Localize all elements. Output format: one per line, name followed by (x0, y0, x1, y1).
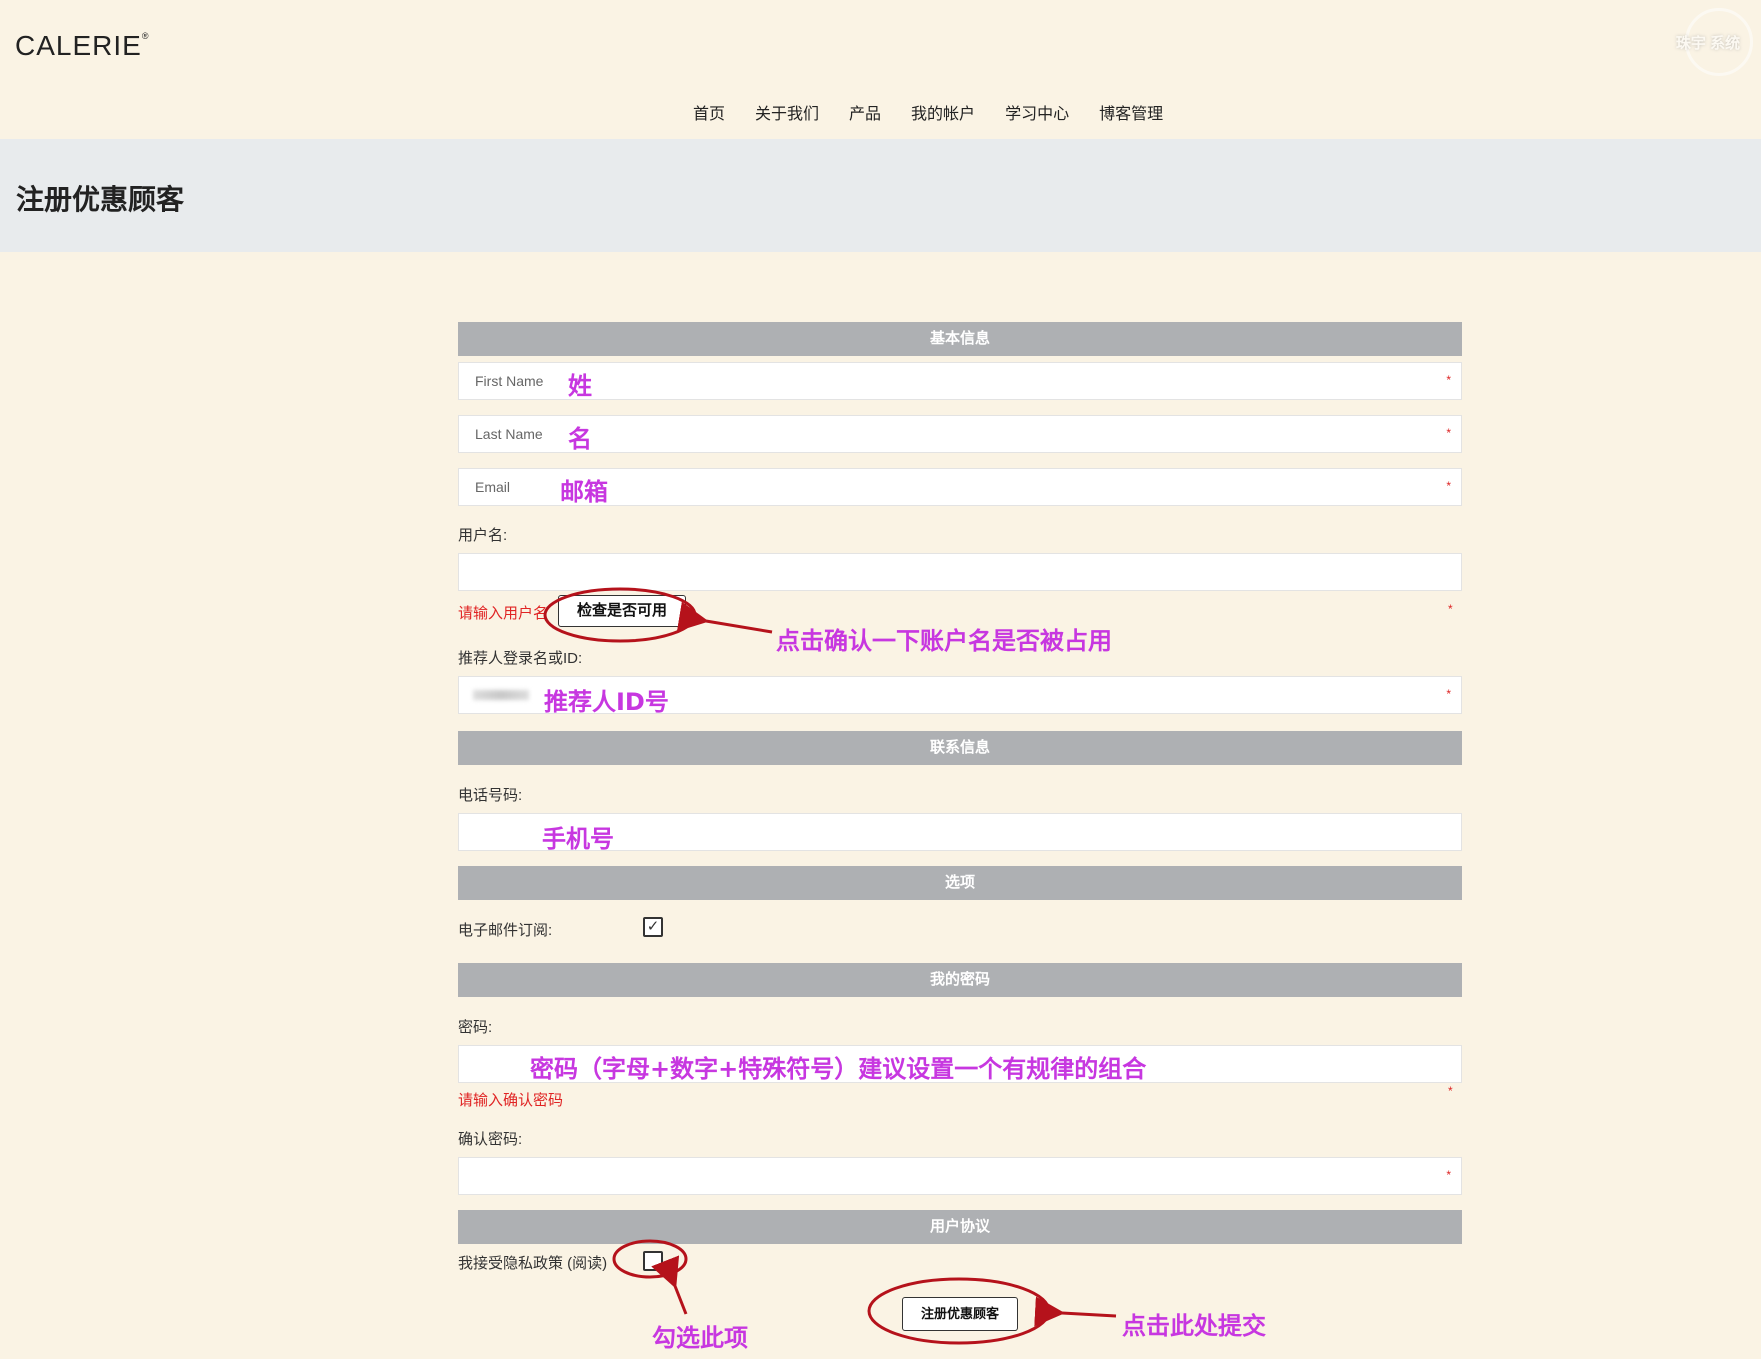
section-options: 选项 (458, 866, 1462, 900)
title-banner (0, 139, 1761, 252)
required-marker: * (1446, 1168, 1451, 1182)
check-icon: ✓ (646, 918, 660, 935)
watermark-text: 珠宇 系统 (1675, 35, 1741, 52)
section-basic-info: 基本信息 (458, 322, 1462, 356)
privacy-checkbox[interactable] (643, 1251, 663, 1271)
username-label: 用户名: (458, 527, 508, 544)
first-name-placeholder: First Name (475, 373, 544, 389)
password-error: 请输入确认密码 (458, 1092, 564, 1109)
annotation-email: 邮箱 (560, 478, 608, 506)
confirm-password-label: 确认密码: (458, 1131, 523, 1148)
required-marker: * (1448, 602, 1453, 616)
annotation-first-name: 姓 (568, 372, 592, 400)
annotation-check-username: 点击确认一下账户名是否被占用 (776, 627, 1112, 655)
nav-item-learning[interactable]: 学习中心 (1005, 100, 1069, 124)
required-marker: * (1446, 373, 1451, 387)
nav-item-home[interactable]: 首页 (693, 100, 725, 124)
required-marker: * (1448, 1084, 1453, 1098)
annotation-privacy: 勾选此项 (652, 1324, 748, 1352)
arrow-privacy-checkbox (651, 1255, 688, 1315)
check-availability-button[interactable]: 检查是否可用 (558, 595, 686, 627)
referrer-label: 推荐人登录名或ID: (458, 650, 583, 667)
email-placeholder: Email (475, 479, 511, 495)
arrow-check-button (676, 601, 773, 634)
nav-item-blog[interactable]: 博客管理 (1099, 100, 1163, 124)
newsletter-label: 电子邮件订阅: (458, 922, 553, 939)
last-name-input[interactable]: Last Name * (458, 415, 1462, 453)
page-title: 注册优惠顾客 (16, 184, 185, 215)
nav-item-account[interactable]: 我的帐户 (911, 100, 975, 124)
privacy-policy-label[interactable]: 我接受隐私政策 (阅读) (458, 1252, 607, 1273)
brand-logo-text: CALERIE (15, 30, 142, 61)
register-submit-button[interactable]: 注册优惠顾客 (902, 1297, 1018, 1331)
required-marker: * (1446, 479, 1451, 493)
brand-logo[interactable]: CALERIE® (15, 30, 149, 62)
annotation-referrer: 推荐人ID号 (544, 688, 669, 716)
first-name-input[interactable]: First Name * (458, 362, 1462, 400)
nav-item-products[interactable]: 产品 (849, 100, 881, 124)
confirm-password-input[interactable]: * (458, 1157, 1462, 1195)
referrer-blurred-value (473, 690, 529, 700)
nav-item-about[interactable]: 关于我们 (755, 100, 819, 124)
main-nav: 首页 关于我们 产品 我的帐户 学习中心 博客管理 (693, 100, 1193, 124)
annotation-submit: 点击此处提交 (1122, 1312, 1266, 1340)
watermark-logo: 珠宇 系统 (1663, 8, 1753, 76)
section-password: 我的密码 (458, 963, 1462, 997)
registered-mark: ® (141, 30, 150, 41)
username-error: 请输入用户名 (458, 605, 549, 622)
annotation-last-name: 名 (568, 425, 592, 453)
arrow-submit-button (1034, 1296, 1117, 1327)
last-name-placeholder: Last Name (475, 426, 543, 442)
section-user-agreement: 用户协议 (458, 1210, 1462, 1244)
section-contact-info: 联系信息 (458, 731, 1462, 765)
phone-label: 电话号码: (458, 787, 523, 804)
email-input[interactable]: Email * (458, 468, 1462, 506)
annotation-password: 密码（字母+数字+特殊符号）建议设置一个有规律的组合 (530, 1055, 1147, 1083)
username-input[interactable] (458, 553, 1462, 591)
required-marker: * (1446, 687, 1451, 701)
required-marker: * (1446, 426, 1451, 440)
password-label: 密码: (458, 1019, 493, 1036)
annotation-phone: 手机号 (542, 825, 614, 853)
newsletter-checkbox[interactable]: ✓ (643, 917, 663, 937)
